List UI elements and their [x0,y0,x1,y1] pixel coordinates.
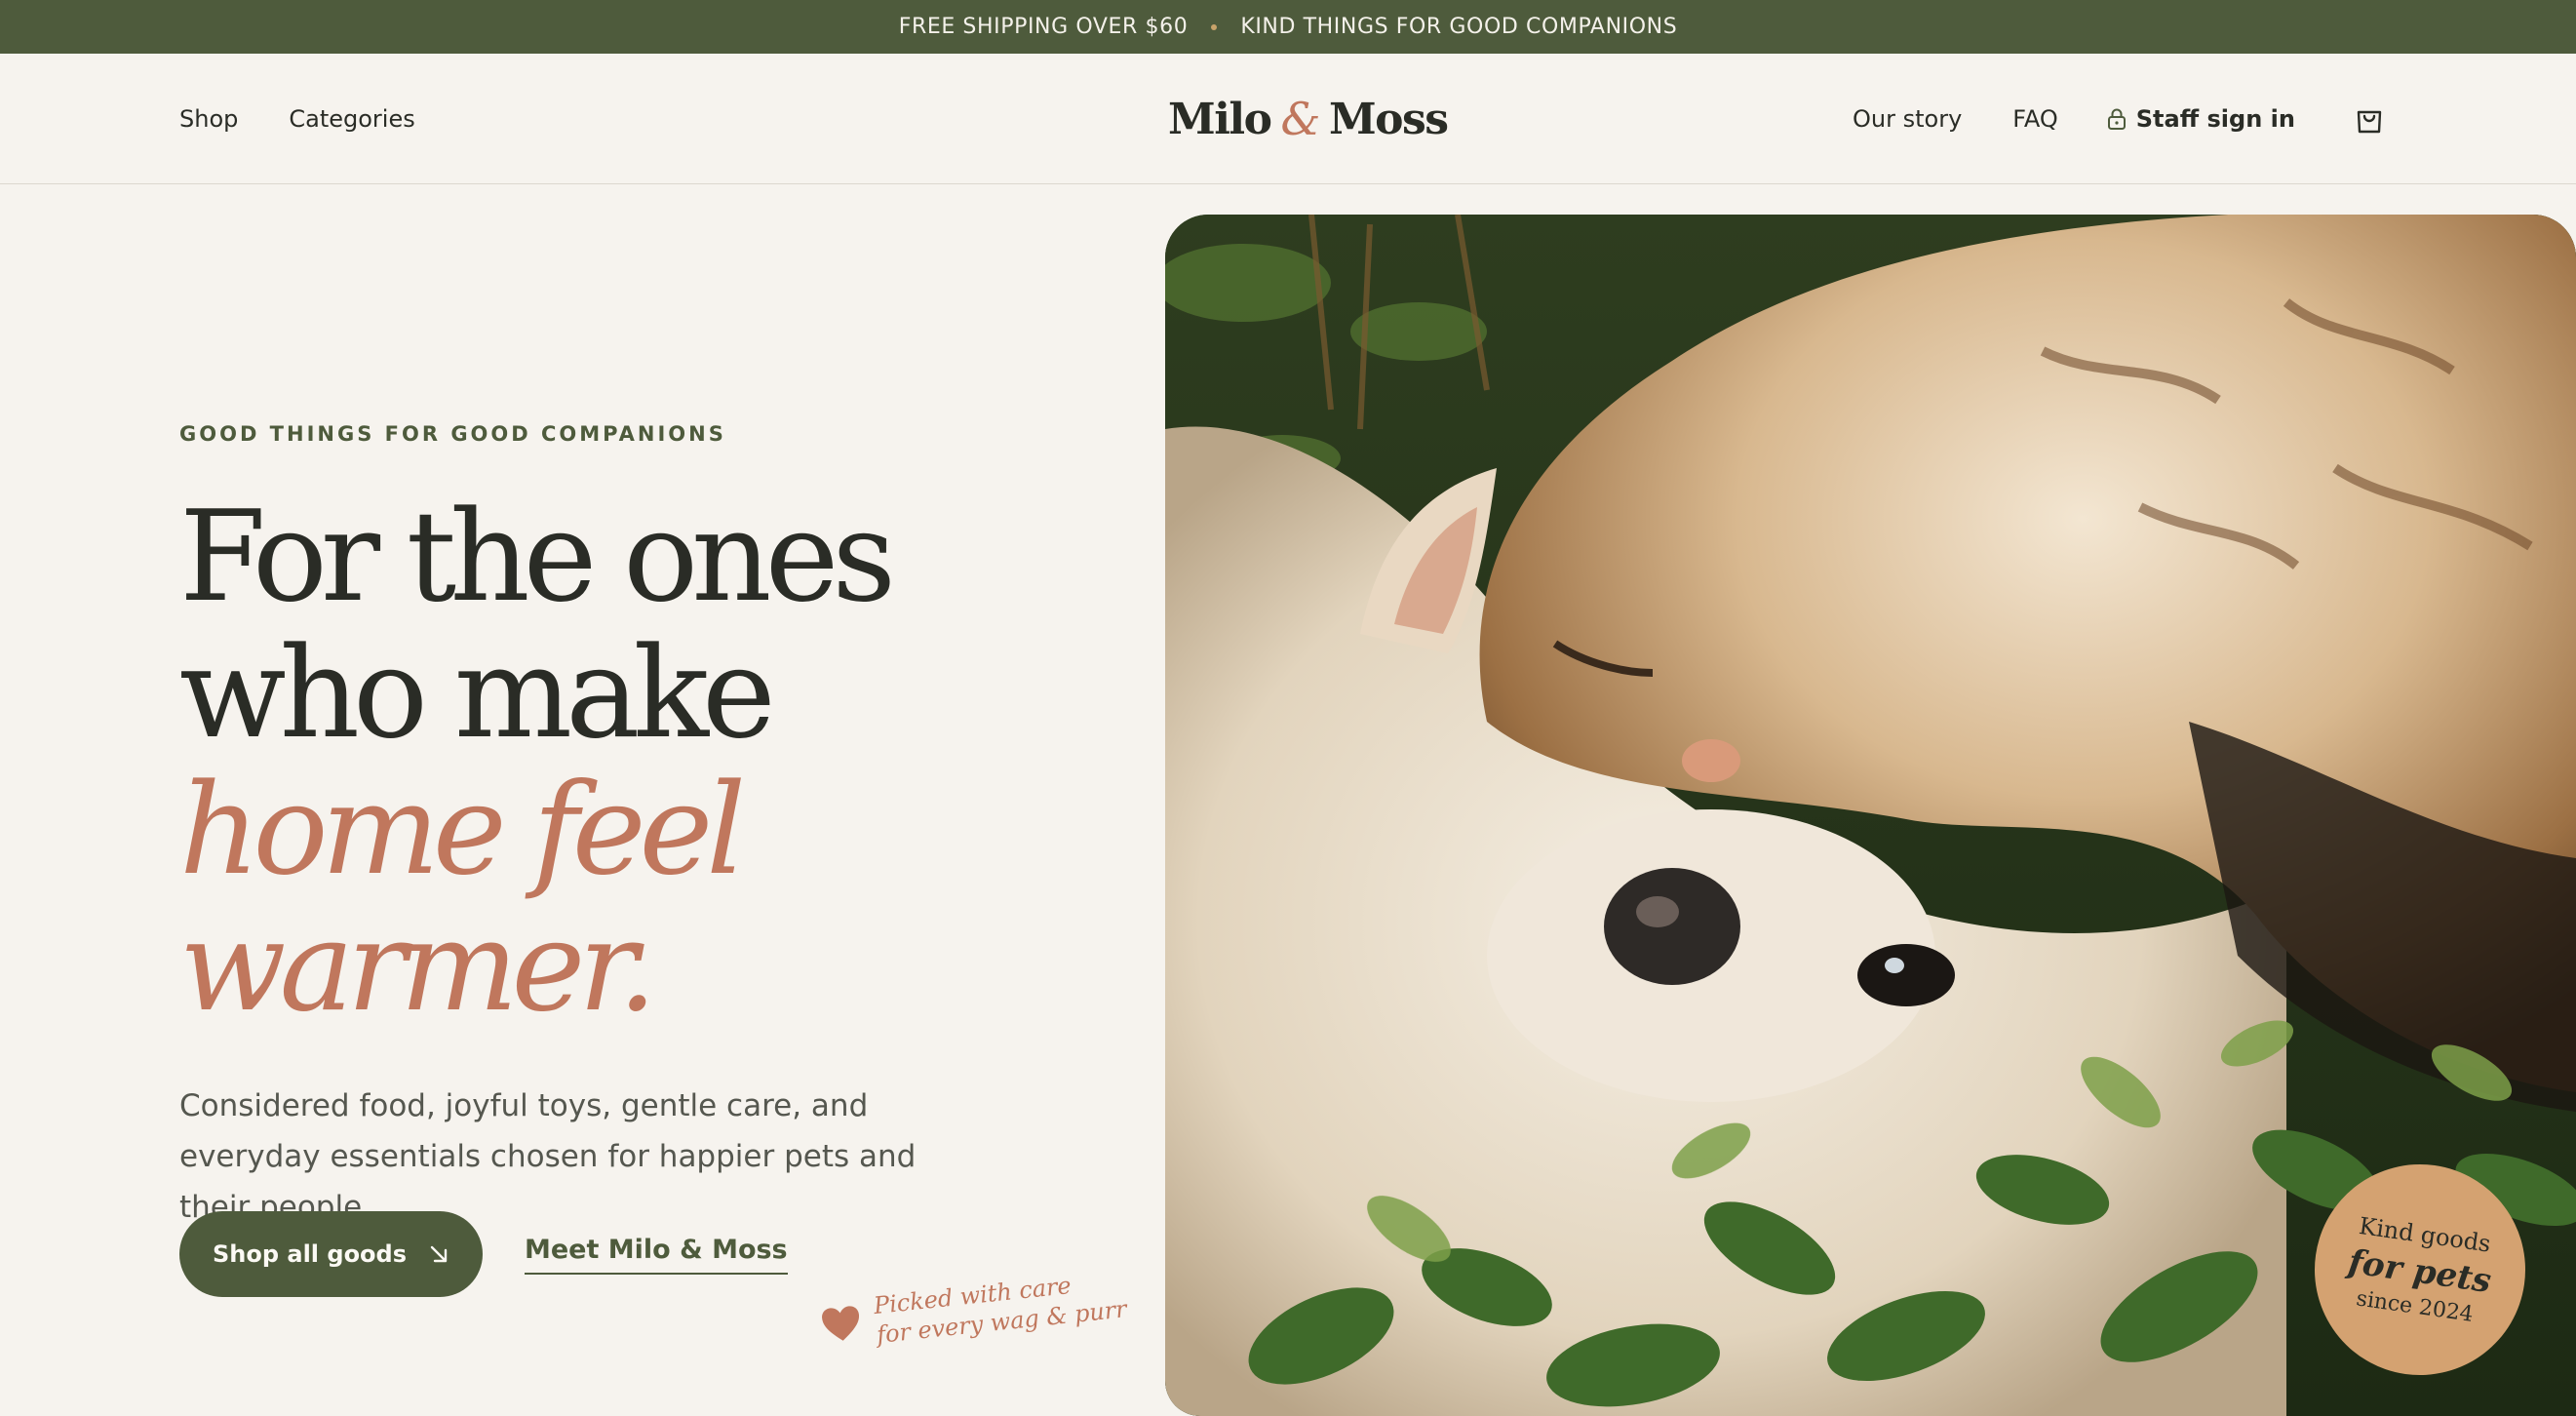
shop-all-goods-label: Shop all goods [212,1240,408,1268]
announcement-bar: FREE SHIPPING OVER $60 KIND THINGS FOR G… [0,0,2576,54]
announcement-shipping: FREE SHIPPING OVER $60 [898,15,1189,39]
arrow-down-right-icon [430,1245,448,1263]
staff-sign-in-label: Staff sign in [2135,105,2295,133]
headline-line-1: For the ones [179,485,896,630]
logo-moss: Moss [1328,94,1449,144]
headline-line-3: home feel [179,758,746,903]
shopping-bag-icon[interactable] [2353,102,2386,136]
nav-our-story[interactable]: Our story [1853,105,1962,133]
lock-icon [2107,108,2126,130]
secondary-nav: Our story FAQ Staff sign in [1853,54,2295,184]
announcement-separator [1211,23,1218,30]
logo-milo: Milo [1168,94,1272,144]
picked-with-care-note: Picked with care for every wag & purr [818,1265,1128,1355]
hero-eyebrow: GOOD THINGS FOR GOOD COMPANIONS [179,422,726,446]
headline-line-2: who make [179,621,776,767]
site-logo[interactable]: Milo & Moss [1168,88,1449,150]
shop-all-goods-button[interactable]: Shop all goods [179,1211,483,1297]
staff-sign-in-link[interactable]: Staff sign in [2107,105,2295,133]
announcement-tagline: KIND THINGS FOR GOOD COMPANIONS [1240,15,1678,39]
meet-milo-moss-link[interactable]: Meet Milo & Moss [525,1235,788,1275]
nav-categories[interactable]: Categories [289,105,414,133]
hero-headline: For the ones who make home feel warmer. [179,485,896,1040]
logo-ampersand: & [1280,93,1320,145]
site-header: Shop Categories Milo & Moss Our story FA… [0,54,2576,184]
nav-faq[interactable]: FAQ [2012,105,2058,133]
heart-icon [822,1306,859,1341]
hero-description: Considered food, joyful toys, gentle car… [179,1088,917,1225]
headline-line-4: warmer. [179,894,657,1040]
primary-nav: Shop Categories [179,54,415,184]
nav-shop[interactable]: Shop [179,105,238,133]
